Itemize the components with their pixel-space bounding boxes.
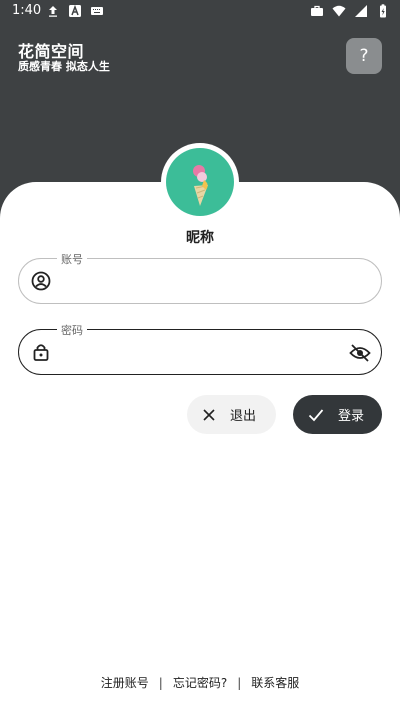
contact-support-link[interactable]: 联系客服: [251, 674, 299, 691]
exit-button[interactable]: 退出: [187, 395, 276, 434]
login-button-label: 登录: [338, 409, 365, 424]
avatar[interactable]: [166, 148, 234, 216]
footer-separator: |: [237, 675, 242, 690]
nickname: 昵称: [186, 230, 214, 246]
login-button[interactable]: 登录: [293, 395, 382, 434]
status-bar: 1:40: [0, 0, 400, 24]
account-input[interactable]: [63, 267, 337, 297]
status-right-icons: [310, 4, 390, 18]
footer-separator: |: [158, 675, 163, 690]
account-field-label: 账号: [57, 251, 87, 267]
ice-cream-icon: [193, 165, 208, 206]
forgot-password-link[interactable]: 忘记密码?: [173, 674, 227, 691]
password-input[interactable]: [63, 338, 337, 368]
wifi-icon: [332, 5, 346, 17]
help-button[interactable]: ?: [346, 38, 382, 74]
check-icon: [308, 408, 324, 421]
password-field-label: 密码: [57, 322, 87, 338]
keyboard-icon: [91, 7, 103, 15]
eye-off-icon[interactable]: [349, 343, 371, 363]
text-a-icon: [69, 4, 81, 17]
app-subtitle: 质感青春 拟态人生: [18, 60, 110, 73]
briefcase-icon: [311, 5, 323, 16]
upload-icon: [49, 6, 57, 17]
user-circle-icon: [31, 271, 51, 291]
exit-button-label: 退出: [230, 409, 257, 424]
signal-icon: [355, 5, 367, 17]
lock-icon: [33, 344, 49, 361]
battery-icon: [380, 4, 386, 18]
footer-links: 注册账号 | 忘记密码? | 联系客服: [0, 674, 400, 691]
register-link[interactable]: 注册账号: [101, 674, 149, 691]
status-left-icons: [46, 4, 104, 18]
close-icon: [203, 408, 215, 421]
password-field[interactable]: 密码: [18, 322, 382, 375]
status-time: 1:40: [12, 3, 42, 18]
account-field[interactable]: 账号: [18, 251, 382, 304]
